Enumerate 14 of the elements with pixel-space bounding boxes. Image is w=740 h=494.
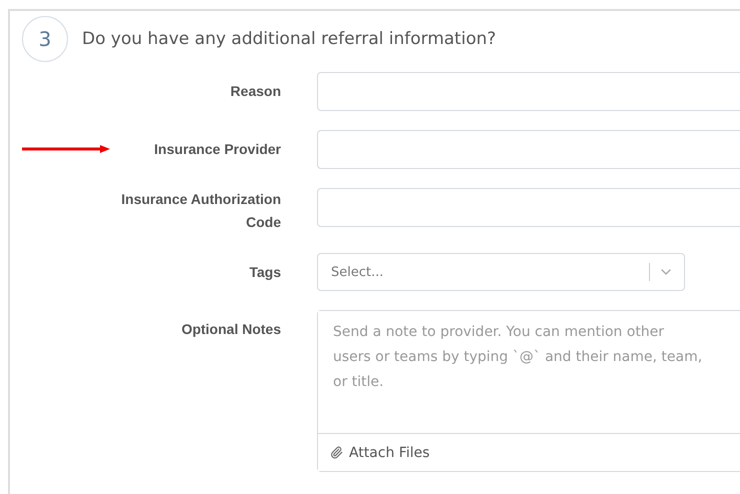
- section-title: Do you have any additional referral information?: [82, 29, 496, 49]
- field-label: Insurance Provider: [154, 140, 281, 158]
- text-field[interactable]: [317, 130, 740, 169]
- field-label: Reason: [230, 82, 281, 100]
- notes-field[interactable]: Send a note to provider. You can mention other users or teams by typing `@` and their name, team, or title. Attach Files: [317, 310, 740, 472]
- select-field[interactable]: Select...: [317, 253, 685, 291]
- paperclip-icon: [330, 446, 343, 459]
- attach-files-button[interactable]: Attach Files: [318, 433, 740, 471]
- field-label: Optional Notes: [181, 320, 281, 339]
- text-field[interactable]: [317, 188, 740, 227]
- text-field[interactable]: [317, 72, 740, 111]
- step-number: 3: [22, 16, 68, 62]
- field-label: Tags: [249, 262, 281, 282]
- field-label: Insurance Authorization Code: [120, 190, 281, 232]
